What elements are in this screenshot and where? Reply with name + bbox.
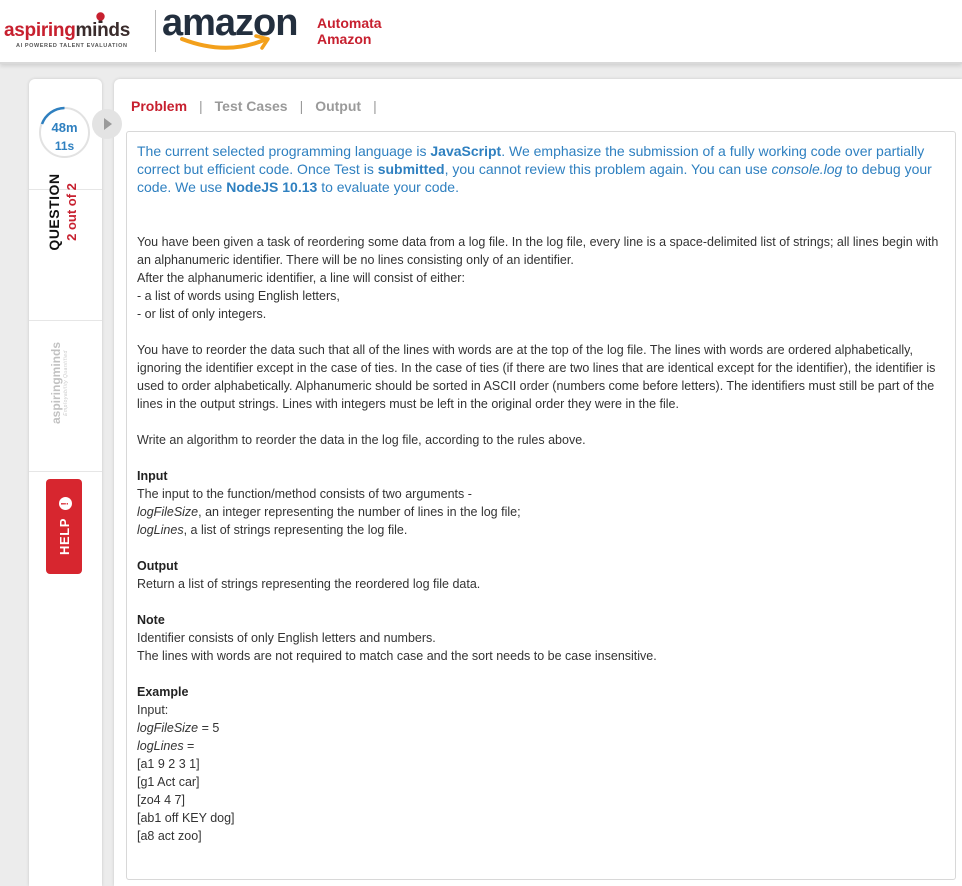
aspiringminds-logo: aspiringminds AI POWERED TALENT EVALUATI… (4, 12, 148, 52)
note-heading: Note (137, 613, 165, 627)
argument-line: logFileSize, an integer representing the… (137, 503, 945, 521)
description-paragraph: You have been given a task of reordering… (137, 235, 939, 267)
description-paragraph: Write an algorithm to reorder the data i… (137, 433, 586, 447)
question-count: 2 out of 2 (64, 183, 79, 241)
tab-problem[interactable]: Problem (131, 98, 187, 114)
example-row: [a8 act zoo] (137, 829, 202, 843)
help-button[interactable]: HELP! (46, 479, 82, 574)
watermark-text: aspiringminds (49, 342, 63, 425)
logo-minds-text: minds (75, 20, 131, 41)
tab-separator: | (299, 98, 304, 114)
question-sidebar: 48m 11s QUESTION 2 out of 2 aspiringmind… (29, 79, 102, 886)
product-title: Automata Amazon (317, 15, 382, 47)
example-heading: Example (137, 685, 189, 699)
example-row: [g1 Act car] (137, 775, 200, 789)
tab-bar: Problem | Test Cases | Output | (131, 96, 389, 116)
argument-line: logLines, a list of strings representing… (137, 521, 945, 539)
tab-separator: | (373, 98, 377, 114)
amazon-logo: amazon (162, 4, 302, 54)
argument-desc: , a list of strings representing the log… (183, 523, 408, 537)
problem-panel: Problem | Test Cases | Output | The curr… (114, 79, 962, 886)
logo-tagline: AI POWERED TALENT EVALUATION (16, 43, 128, 49)
submitted-emphasis: submitted (377, 161, 445, 177)
output-description: Return a list of strings representing th… (137, 577, 481, 591)
amazon-smile-icon (180, 34, 270, 50)
example-var-name: logFileSize (137, 721, 199, 735)
example-row: [ab1 off KEY dog] (137, 811, 235, 825)
problem-description: You have been given a task of reordering… (137, 233, 945, 845)
info-icon: ! (59, 496, 72, 510)
example-row: [a1 9 2 3 1] (137, 757, 200, 771)
question-word: QUESTION (46, 173, 62, 251)
logo-aspiring-text: aspiring (4, 20, 76, 41)
console-log-hint: console.log (771, 161, 843, 177)
product-title-line1: Automata (317, 15, 382, 31)
note-line: The lines with words are not required to… (137, 649, 657, 663)
example-input-label: Input: (137, 703, 169, 717)
language-notice: The current selected programming languag… (137, 142, 945, 196)
input-heading: Input (137, 469, 168, 483)
header-divider (155, 10, 156, 52)
description-paragraph: You have to reorder the data such that a… (137, 343, 936, 411)
help-label: HELP (57, 517, 72, 556)
problem-statement: The current selected programming languag… (126, 131, 956, 880)
language-name: JavaScript (430, 143, 502, 159)
sidebar-divider (29, 471, 102, 472)
example-row: [zo4 4 7] (137, 793, 185, 807)
aspiringminds-watermark: aspiringminds Employability Quantified (49, 318, 83, 448)
description-paragraph: - a list of words using English letters, (137, 289, 340, 303)
tab-separator: | (199, 98, 203, 114)
argument-name: logFileSize (137, 505, 199, 519)
example-var-value: = (183, 739, 195, 753)
argument-desc: , an integer representing the number of … (198, 505, 521, 519)
note-line: Identifier consists of only English lett… (137, 631, 436, 645)
tab-output[interactable]: Output (315, 98, 361, 114)
runtime-name: NodeJS 10.13 (226, 179, 318, 195)
watermark-tag: Employability Quantified (63, 350, 69, 416)
example-var-value: = 5 (198, 721, 220, 735)
description-paragraph: - or list of only integers. (137, 307, 267, 321)
example-line: logFileSize = 5 (137, 719, 945, 737)
tab-test-cases[interactable]: Test Cases (215, 98, 288, 114)
output-heading: Output (137, 559, 178, 573)
description-paragraph: After the alphanumeric identifier, a lin… (137, 271, 465, 285)
notice-text: , you cannot review this problem again. … (444, 161, 772, 177)
input-description: The input to the function/method consist… (137, 487, 472, 501)
top-header: aspiringminds AI POWERED TALENT EVALUATI… (0, 0, 962, 64)
notice-text: to evaluate your code. (317, 179, 459, 195)
product-title-line2: Amazon (317, 31, 372, 47)
argument-name: logLines (137, 523, 184, 537)
question-counter: QUESTION 2 out of 2 (46, 142, 82, 282)
example-line: logLines = (137, 737, 945, 755)
example-var-name: logLines (137, 739, 184, 753)
notice-text: The current selected programming languag… (137, 143, 431, 159)
timer-minutes: 48m (51, 120, 78, 135)
collapse-sidebar-button[interactable] (92, 109, 122, 139)
